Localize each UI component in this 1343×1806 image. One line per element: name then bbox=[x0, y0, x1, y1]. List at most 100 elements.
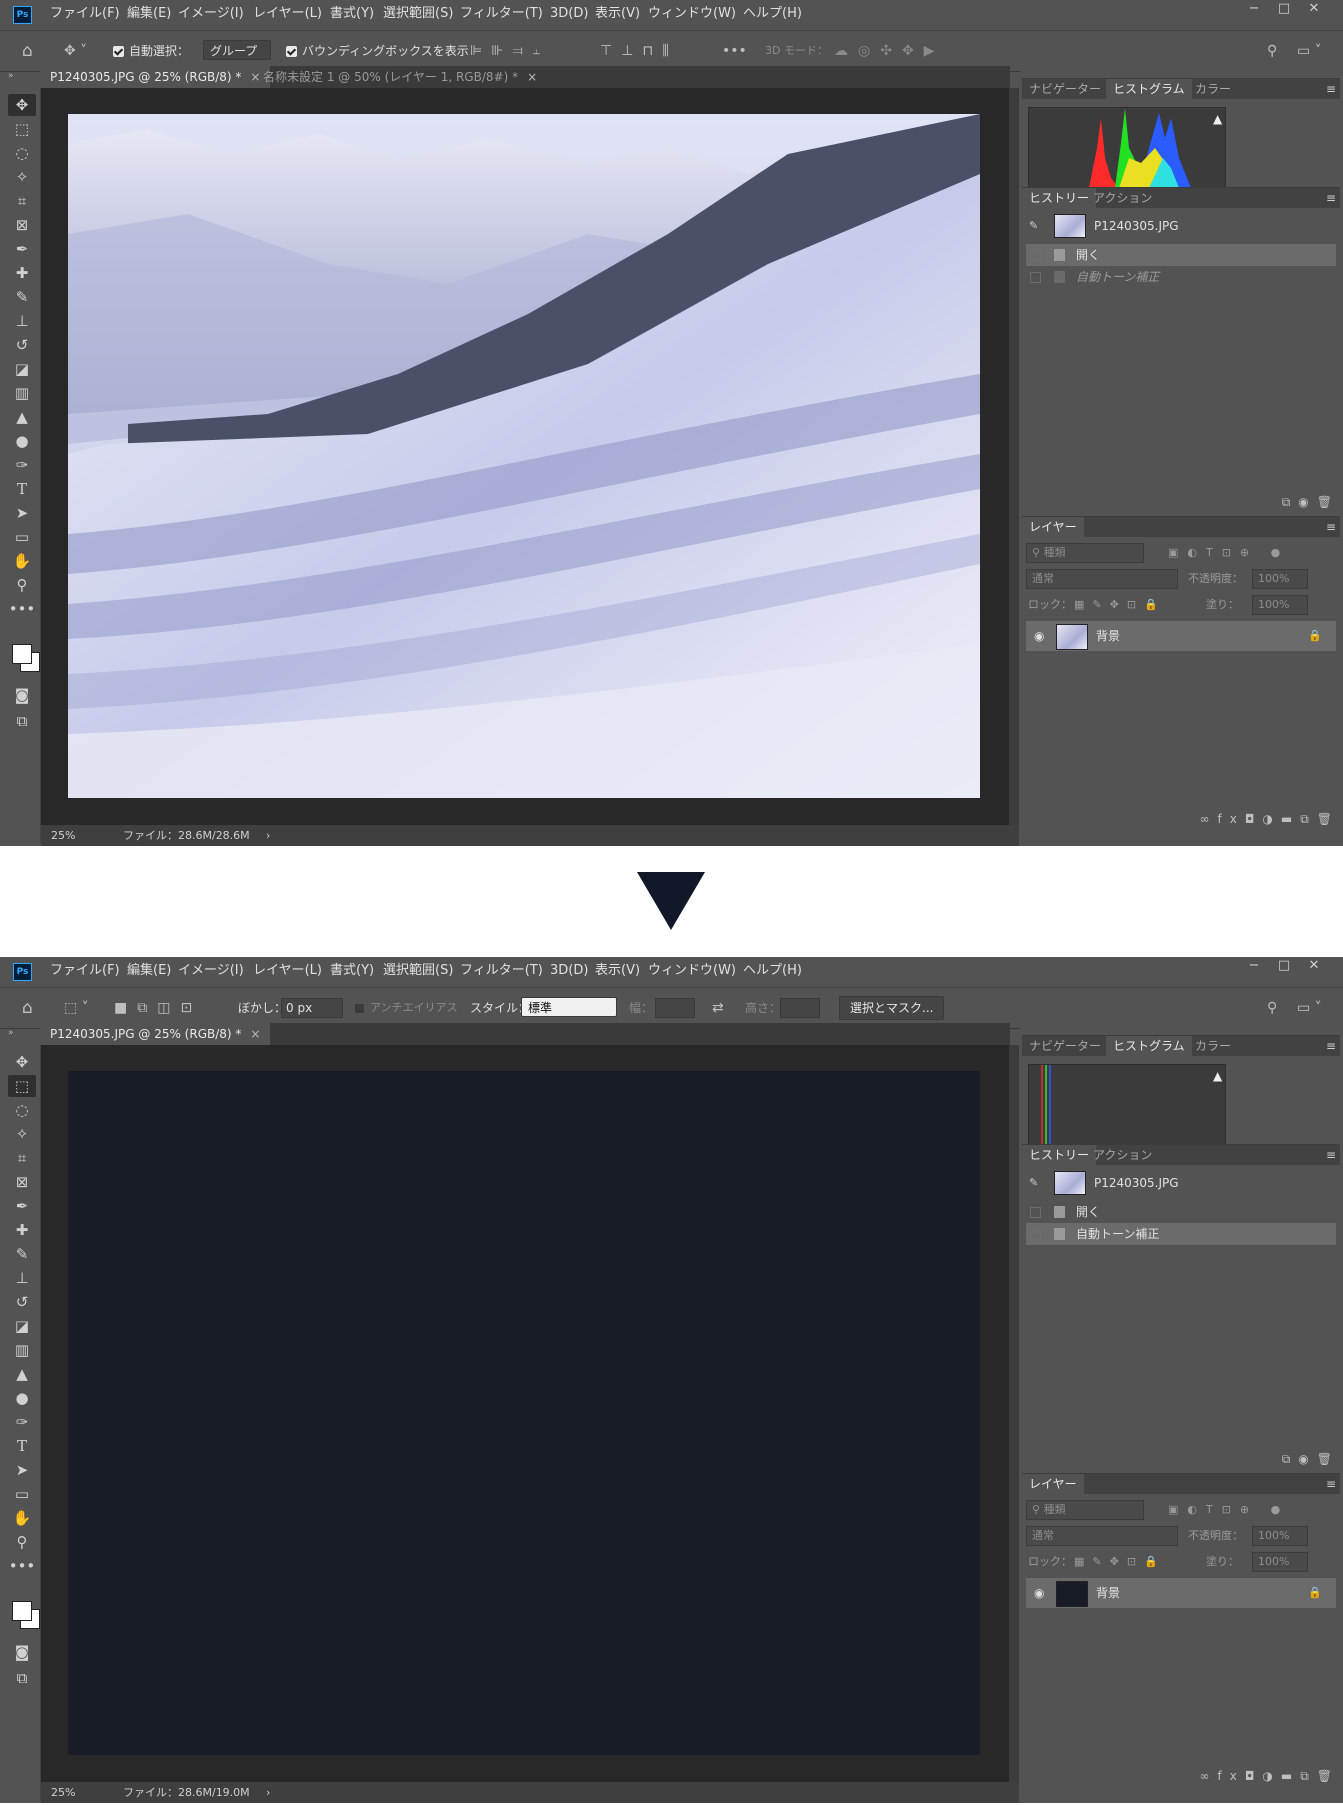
lasso-tool-icon[interactable]: ◌ bbox=[8, 142, 36, 164]
camera-icon[interactable]: ◉ bbox=[1298, 495, 1316, 509]
quick-mask-icon[interactable]: ◙ bbox=[8, 684, 36, 706]
workspace-icon[interactable]: ▭ ˅ bbox=[1297, 31, 1322, 71]
fx-icon[interactable]: fx bbox=[1218, 812, 1245, 826]
opacity-field[interactable]: 100% bbox=[1252, 1526, 1308, 1546]
lock-icons[interactable]: ▦✎✥⊡🔒 bbox=[1074, 595, 1166, 615]
eyedropper-icon[interactable]: ✒ bbox=[8, 1195, 36, 1217]
history-brush-icon[interactable]: ↺ bbox=[8, 1291, 36, 1313]
more-tools-icon[interactable]: ••• bbox=[8, 1555, 36, 1577]
rectangle-tool-icon[interactable]: ▭ bbox=[8, 526, 36, 548]
tab-close-icon[interactable]: × bbox=[250, 1027, 260, 1041]
menu-3d[interactable]: 3D(D) bbox=[550, 0, 588, 28]
more-options-icon[interactable]: ••• bbox=[722, 31, 747, 71]
collapse-left-icon[interactable]: » bbox=[8, 71, 14, 81]
eraser-icon[interactable]: ◪ bbox=[8, 358, 36, 380]
style-dropdown[interactable]: 標準 bbox=[521, 997, 617, 1017]
warning-icon[interactable]: ▲ bbox=[1213, 1069, 1222, 1083]
tab-navigator[interactable]: ナビゲーター bbox=[1022, 1036, 1108, 1056]
height-input[interactable] bbox=[780, 998, 820, 1018]
document-image-dark[interactable] bbox=[68, 1071, 980, 1755]
trash-icon[interactable]: 🗑 bbox=[1317, 1452, 1340, 1466]
selection-mode-icons[interactable]: ■⧉◫⊡ bbox=[114, 988, 202, 1028]
tab-actions[interactable]: アクション bbox=[1086, 1145, 1159, 1165]
trash-icon[interactable]: 🗑 bbox=[1317, 495, 1340, 509]
bbox-checkbox[interactable] bbox=[286, 46, 297, 57]
gradient-tool-icon[interactable]: ▥ bbox=[8, 1339, 36, 1361]
crop-tool-icon[interactable]: ⌗ bbox=[8, 190, 36, 212]
marquee-tool-icon[interactable]: ⬚ bbox=[8, 1075, 36, 1097]
workspace-icon[interactable]: ▭ ˅ bbox=[1297, 988, 1322, 1028]
foreground-color[interactable] bbox=[12, 644, 32, 664]
fill-field[interactable]: 100% bbox=[1252, 595, 1308, 615]
home-icon[interactable]: ⌂ bbox=[22, 31, 33, 71]
align-icons[interactable]: ⊫⊪⫤⫠ bbox=[470, 31, 549, 71]
history-snapshot[interactable]: ✎ P1240305.JPG bbox=[1026, 212, 1336, 240]
gradient-tool-icon[interactable]: ▥ bbox=[8, 382, 36, 404]
distribute-icons[interactable]: ⊤⊥⊓⫼ bbox=[600, 31, 678, 71]
tab-color[interactable]: カラー bbox=[1188, 79, 1238, 99]
new-layer-icon[interactable]: ⧉ bbox=[1300, 812, 1317, 826]
menu-layer[interactable]: レイヤー(L) bbox=[253, 957, 322, 985]
link-icon[interactable]: ∞ bbox=[1200, 812, 1218, 826]
collapse-left-icon[interactable]: » bbox=[8, 1028, 14, 1038]
vertical-scrollbar[interactable] bbox=[1009, 1045, 1019, 1782]
panel-menu-icon[interactable]: ≡ bbox=[1326, 1474, 1336, 1494]
minimize-button[interactable]: − bbox=[1239, 0, 1269, 20]
dodge-tool-icon[interactable]: ● bbox=[8, 1387, 36, 1409]
bbox-option[interactable]: バウンディングボックスを表示 bbox=[286, 31, 469, 71]
eraser-icon[interactable]: ◪ bbox=[8, 1315, 36, 1337]
history-checkbox[interactable] bbox=[1030, 1207, 1041, 1218]
antialias-checkbox[interactable] bbox=[354, 1002, 365, 1014]
panel-menu-icon[interactable]: ≡ bbox=[1326, 188, 1336, 208]
screen-mode-icon[interactable]: ⧉ bbox=[8, 710, 36, 732]
brush-tool-icon[interactable]: ✎ bbox=[8, 286, 36, 308]
width-input[interactable] bbox=[655, 998, 695, 1018]
search-icon[interactable]: ⚲ bbox=[1267, 31, 1277, 71]
type-tool-icon[interactable]: T bbox=[8, 478, 36, 500]
panel-menu-icon[interactable]: ≡ bbox=[1326, 1036, 1336, 1056]
more-tools-icon[interactable]: ••• bbox=[8, 598, 36, 620]
blur-tool-icon[interactable]: ▲ bbox=[8, 406, 36, 428]
tab-color[interactable]: カラー bbox=[1188, 1036, 1238, 1056]
close-button[interactable]: ✕ bbox=[1299, 0, 1329, 20]
zoom-level[interactable]: 25% bbox=[51, 1782, 75, 1803]
minimize-button[interactable]: − bbox=[1239, 957, 1269, 977]
filter-icons[interactable]: ▣◐T⊡⊕ ● bbox=[1168, 1500, 1289, 1520]
panel-menu-icon[interactable]: ≡ bbox=[1326, 79, 1336, 99]
menu-window[interactable]: ウィンドウ(W) bbox=[648, 0, 736, 28]
history-state-open[interactable]: 開く bbox=[1026, 1201, 1336, 1223]
rectangle-tool-icon[interactable]: ▭ bbox=[8, 1483, 36, 1505]
path-select-icon[interactable]: ➤ bbox=[8, 502, 36, 524]
brush-tool-icon[interactable]: ✎ bbox=[8, 1243, 36, 1265]
antialias-option[interactable]: アンチエイリアス bbox=[354, 988, 458, 1028]
tab-history[interactable]: ヒストリー bbox=[1022, 1145, 1097, 1165]
quick-mask-icon[interactable]: ◙ bbox=[8, 1641, 36, 1663]
marquee-tool-icon[interactable]: ⬚ bbox=[8, 118, 36, 140]
stamp-tool-icon[interactable]: ⊥ bbox=[8, 310, 36, 332]
maximize-button[interactable]: □ bbox=[1269, 957, 1299, 977]
folder-icon[interactable]: ▬ bbox=[1281, 1769, 1300, 1783]
folder-icon[interactable]: ▬ bbox=[1281, 812, 1300, 826]
menu-help[interactable]: ヘルプ(H) bbox=[743, 957, 802, 985]
mask-icon[interactable]: ◘ bbox=[1245, 812, 1263, 826]
close-button[interactable]: ✕ bbox=[1299, 957, 1329, 977]
new-document-icon[interactable]: ⧉ bbox=[1282, 1452, 1299, 1466]
history-brush-source-icon[interactable]: ✎ bbox=[1029, 1169, 1038, 1197]
dodge-tool-icon[interactable]: ● bbox=[8, 430, 36, 452]
menu-select[interactable]: 選択範囲(S) bbox=[383, 957, 453, 985]
frame-tool-icon[interactable]: ⊠ bbox=[8, 1171, 36, 1193]
eye-icon[interactable]: ◉ bbox=[1034, 1586, 1044, 1600]
panel-menu-icon[interactable]: ≡ bbox=[1326, 1145, 1336, 1165]
blend-mode-dropdown[interactable]: 通常 bbox=[1026, 1526, 1178, 1546]
history-checkbox[interactable] bbox=[1030, 1229, 1041, 1240]
select-and-mask-button[interactable]: 選択とマスク... bbox=[839, 996, 945, 1020]
tab-histogram[interactable]: ヒストグラム bbox=[1106, 79, 1192, 99]
history-brush-source-icon[interactable]: ✎ bbox=[1029, 212, 1038, 240]
adjustment-icon[interactable]: ◑ bbox=[1262, 1769, 1280, 1783]
new-document-icon[interactable]: ⧉ bbox=[1282, 495, 1299, 509]
history-state-open[interactable]: 開く bbox=[1026, 244, 1336, 266]
trash-icon[interactable]: 🗑 bbox=[1317, 812, 1340, 826]
foreground-color[interactable] bbox=[12, 1601, 32, 1621]
magic-wand-icon[interactable]: ✧ bbox=[8, 166, 36, 188]
menu-view[interactable]: 表示(V) bbox=[595, 957, 640, 985]
